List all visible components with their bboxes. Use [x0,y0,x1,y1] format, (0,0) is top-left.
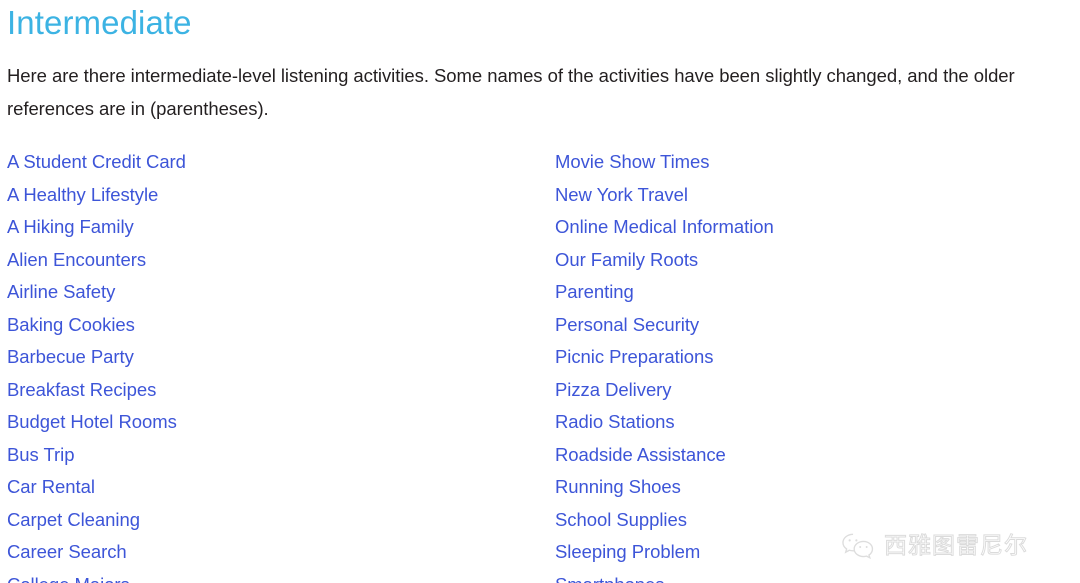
list-item: Alien Encounters [7,244,527,277]
activity-link[interactable]: Online Medical Information [555,216,774,237]
activity-link[interactable]: Running Shoes [555,476,681,497]
list-item: Movie Show Times [555,146,1075,179]
activity-link[interactable]: Pizza Delivery [555,379,672,400]
list-item: Running Shoes [555,471,1075,504]
list-item: Carpet Cleaning [7,504,527,537]
activity-link[interactable]: Sleeping Problem [555,541,700,562]
list-item: A Hiking Family [7,211,527,244]
activity-link[interactable]: Our Family Roots [555,249,698,270]
page-title: Intermediate [7,4,192,41]
page-root: Intermediate Here are there intermediate… [0,0,1080,583]
activity-link[interactable]: College Majors [7,574,130,583]
list-item: Breakfast Recipes [7,374,527,407]
activity-link[interactable]: New York Travel [555,184,688,205]
activity-link[interactable]: School Supplies [555,509,687,530]
list-item: Barbecue Party [7,341,527,374]
list-item: Car Rental [7,471,527,504]
activity-link[interactable]: Barbecue Party [7,346,134,367]
activity-list-left: A Student Credit Card A Healthy Lifestyle… [7,146,527,583]
list-item: Bus Trip [7,439,527,472]
list-item: Online Medical Information [555,211,1075,244]
list-item: Smartphones [555,569,1075,583]
list-item: Career Search [7,536,527,569]
list-item: Parenting [555,276,1075,309]
activity-link[interactable]: Bus Trip [7,444,75,465]
list-item: Personal Security [555,309,1075,342]
list-item: A Healthy Lifestyle [7,179,527,212]
activity-column-left: A Student Credit Card A Healthy Lifestyle… [7,146,527,583]
list-item: Roadside Assistance [555,439,1075,472]
activity-link[interactable]: Airline Safety [7,281,115,302]
list-item: School Supplies [555,504,1075,537]
list-item: Budget Hotel Rooms [7,406,527,439]
activity-link[interactable]: A Healthy Lifestyle [7,184,158,205]
activity-link[interactable]: Car Rental [7,476,95,497]
activity-link-columns: A Student Credit Card A Healthy Lifestyle… [0,146,1080,583]
activity-link[interactable]: Carpet Cleaning [7,509,140,530]
activity-link[interactable]: Budget Hotel Rooms [7,411,177,432]
list-item: New York Travel [555,179,1075,212]
activity-link[interactable]: Personal Security [555,314,699,335]
activity-link[interactable]: A Hiking Family [7,216,134,237]
intro-paragraph: Here are there intermediate-level listen… [7,65,1015,119]
activity-link[interactable]: Baking Cookies [7,314,135,335]
activity-link[interactable]: Radio Stations [555,411,675,432]
activity-link[interactable]: Roadside Assistance [555,444,726,465]
list-item: College Majors [7,569,527,583]
activity-link[interactable]: Career Search [7,541,127,562]
activity-link[interactable]: Breakfast Recipes [7,379,156,400]
activity-link[interactable]: Smartphones [555,574,665,583]
list-item: Airline Safety [7,276,527,309]
list-item: Sleeping Problem [555,536,1075,569]
activity-link[interactable]: Movie Show Times [555,151,710,172]
list-item: Radio Stations [555,406,1075,439]
activity-list-right: Movie Show Times New York Travel Online Me… [555,146,1075,583]
activity-column-right: Movie Show Times New York Travel Online Me… [555,146,1075,583]
list-item: Picnic Preparations [555,341,1075,374]
list-item: A Student Credit Card [7,146,527,179]
activity-link[interactable]: Parenting [555,281,634,302]
activity-link[interactable]: A Student Credit Card [7,151,186,172]
activity-link[interactable]: Alien Encounters [7,249,146,270]
list-item: Pizza Delivery [555,374,1075,407]
activity-link[interactable]: Picnic Preparations [555,346,713,367]
list-item: Baking Cookies [7,309,527,342]
list-item: Our Family Roots [555,244,1075,277]
